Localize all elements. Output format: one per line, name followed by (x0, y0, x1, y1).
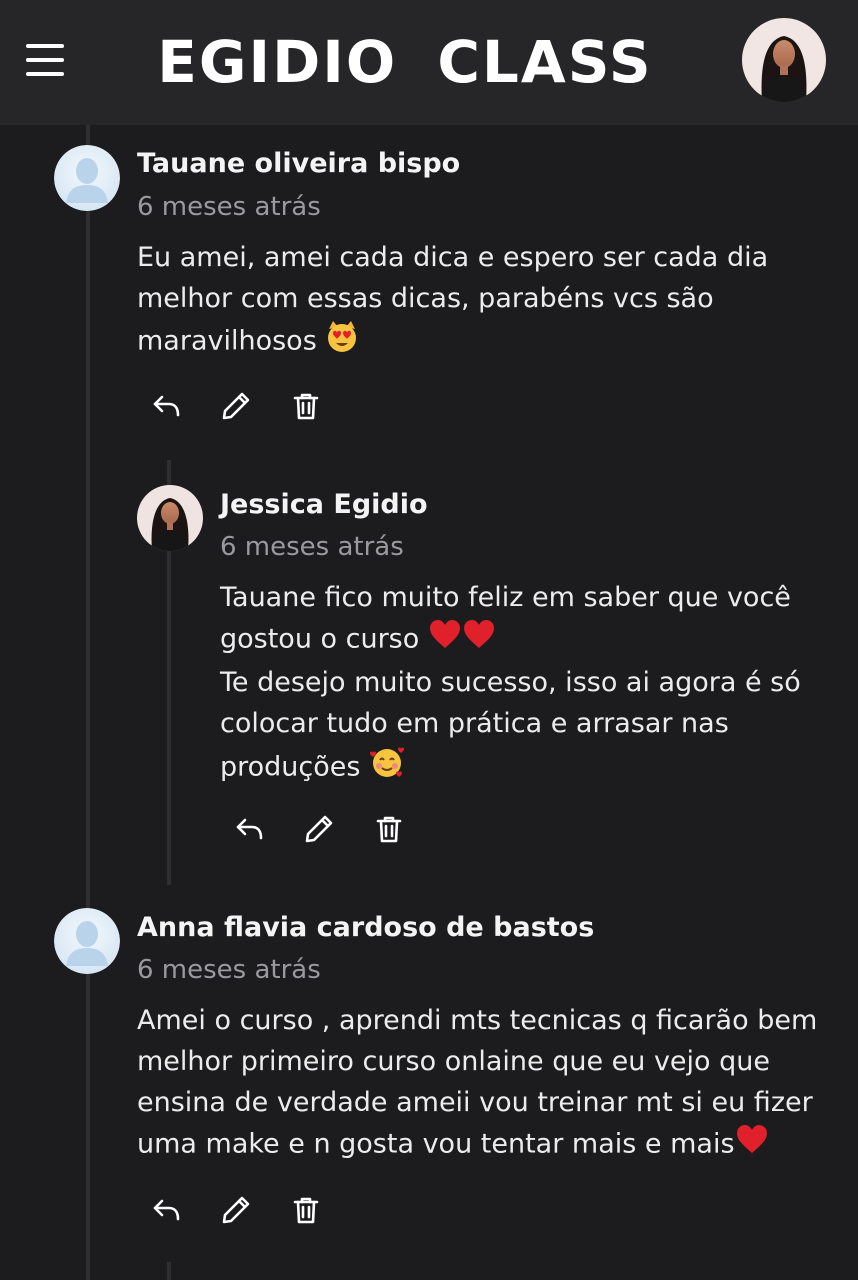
comment-actions (231, 811, 407, 851)
brand-title: EGIDIO CLASS (157, 28, 653, 96)
delete-icon[interactable] (288, 1192, 324, 1228)
comment-body: Tauane fico muito feliz em saber que voc… (220, 577, 840, 792)
red-heart-emoji (735, 1123, 769, 1167)
smiling-face-with-hearts-emoji (369, 744, 405, 792)
heart-eyes-cat-emoji (325, 319, 359, 365)
comment-timestamp: 6 meses atrás (137, 955, 321, 985)
edit-icon[interactable] (218, 1192, 254, 1228)
thread-line (86, 125, 90, 1280)
comment-body: Amei o curso , aprendi mts tecnicas q fi… (137, 1000, 847, 1167)
comment-body: Eu amei, amei cada dica e espero ser cad… (137, 237, 837, 365)
edit-icon[interactable] (301, 811, 337, 847)
hamburger-menu-icon[interactable] (26, 44, 66, 78)
comment-timestamp: 6 meses atrás (220, 532, 404, 562)
profile-avatar[interactable] (742, 18, 826, 102)
instructor-photo-avatar (137, 485, 203, 551)
default-user-avatar (54, 145, 120, 211)
comment-actions (148, 1192, 324, 1232)
default-user-avatar (54, 908, 120, 974)
red-heart-emoji (428, 618, 462, 662)
reply-icon[interactable] (231, 811, 267, 847)
comment-author[interactable]: Jessica Egidio (220, 489, 428, 520)
reply-icon[interactable] (148, 1192, 184, 1228)
top-app-bar: EGIDIO CLASS (0, 0, 858, 125)
comment-author[interactable]: Tauane oliveira bispo (137, 148, 460, 179)
edit-icon[interactable] (218, 388, 254, 424)
reply-thread-line (167, 1262, 171, 1280)
reply-icon[interactable] (148, 388, 184, 424)
comment-actions (148, 388, 324, 428)
delete-icon[interactable] (288, 388, 324, 424)
comment-timestamp: 6 meses atrás (137, 192, 321, 222)
comment-author[interactable]: Anna flavia cardoso de bastos (137, 912, 594, 943)
red-heart-emoji (462, 618, 496, 662)
delete-icon[interactable] (371, 811, 407, 847)
